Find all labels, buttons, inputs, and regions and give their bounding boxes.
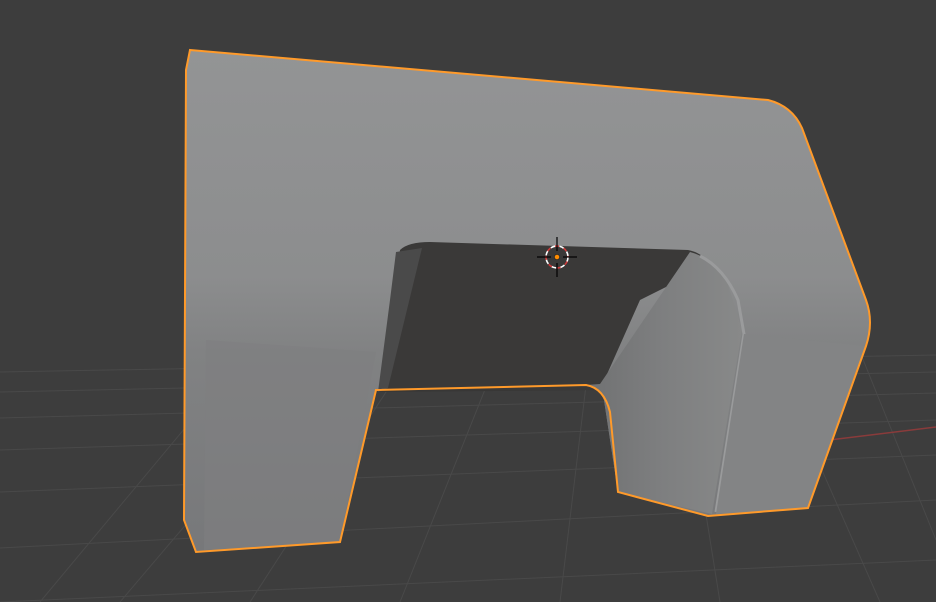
object-origin-dot[interactable] bbox=[554, 254, 560, 260]
arch-left-leg-shade bbox=[204, 340, 376, 550]
viewport-canvas[interactable] bbox=[0, 0, 936, 602]
3d-viewport[interactable] bbox=[0, 0, 936, 602]
